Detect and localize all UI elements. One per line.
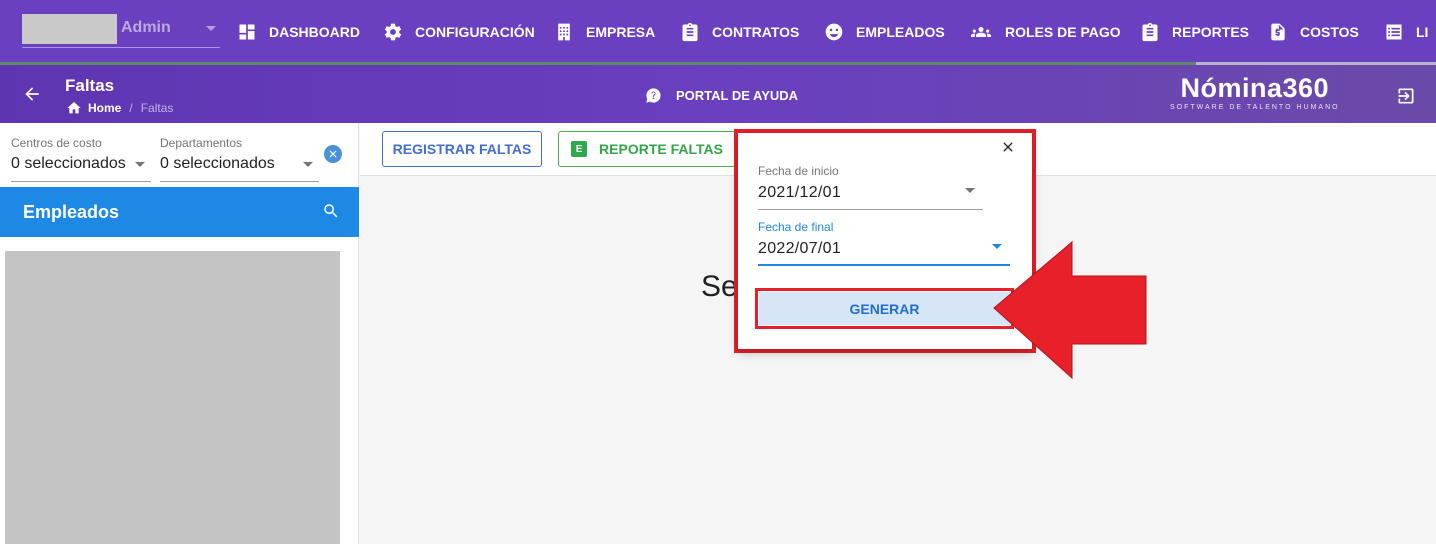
brand-logo: Nómina360 SOFTWARE DE TALENTO HUMANO <box>1170 73 1340 112</box>
nav-costos[interactable]: COSTOS <box>1268 19 1359 45</box>
nav-empresa[interactable]: EMPRESA <box>554 19 655 45</box>
help-bubble-icon <box>646 88 661 103</box>
list-icon <box>1386 24 1402 40</box>
nav-configuracion[interactable]: CONFIGURACIÓN <box>383 19 535 45</box>
chevron-down-icon <box>135 162 145 167</box>
clipboard-list-icon <box>1142 22 1158 42</box>
search-icon <box>324 204 338 218</box>
employees-header: Empleados <box>0 187 359 237</box>
cost-center-value: 0 seleccionados <box>11 155 126 172</box>
chevron-down-icon <box>206 26 216 31</box>
employees-title: Empleados <box>23 202 120 222</box>
nav-li-label: LI <box>1416 24 1429 40</box>
department-label: Departamentos <box>160 136 243 150</box>
nav-configuracion-label: CONFIGURACIÓN <box>415 24 535 40</box>
department-value: 0 seleccionados <box>160 155 275 172</box>
close-icon <box>1003 142 1013 152</box>
nav-dashboard[interactable]: DASHBOARD <box>237 19 360 45</box>
gear-icon <box>384 23 402 41</box>
chevron-down-icon <box>303 162 313 167</box>
nav-li[interactable]: LI <box>1384 19 1428 45</box>
end-date-label: Fecha de final <box>758 220 834 234</box>
register-absences-label: REGISTRAR FALTAS <box>392 141 532 157</box>
redacted-user-name <box>22 14 117 44</box>
top-navigation-bar: Admin DASHBOARD CONFIGURACIÓN EMPRESA CO… <box>0 0 1436 64</box>
nav-reportes-label: REPORTES <box>1172 24 1250 40</box>
dashboard-icon <box>239 24 255 40</box>
close-circle-icon <box>329 150 337 158</box>
generate-button[interactable]: GENERAR <box>759 292 1010 325</box>
logout-button[interactable] <box>1396 86 1416 111</box>
clear-filters-button[interactable] <box>324 145 342 163</box>
nav-contratos[interactable]: CONTRATOS <box>680 19 799 45</box>
start-date-value: 2021/12/01 <box>758 184 842 201</box>
breadcrumb-current: Faltas <box>140 101 174 115</box>
nav-roles-de-pago[interactable]: ROLES DE PAGO <box>969 19 1121 45</box>
nav-dashboard-label: DASHBOARD <box>269 24 360 40</box>
clipboard-icon <box>682 22 698 42</box>
end-date-field[interactable]: Fecha de final 2022/07/01 <box>758 220 1010 266</box>
user-role-label: Admin <box>121 19 171 36</box>
end-date-value: 2022/07/01 <box>758 240 842 257</box>
employee-list-redacted <box>5 251 340 544</box>
dialog-close-button[interactable] <box>1000 139 1016 155</box>
cost-center-label: Centros de costo <box>11 136 102 150</box>
annotation-arrow-icon <box>993 240 1147 380</box>
user-role-select[interactable]: Admin <box>22 14 220 48</box>
register-absences-button[interactable]: REGISTRAR FALTAS <box>382 131 542 167</box>
brand-tagline: SOFTWARE DE TALENTO HUMANO <box>1170 104 1340 111</box>
nav-empleados[interactable]: EMPLEADOS <box>824 19 945 45</box>
nav-empleados-label: EMPLEADOS <box>856 24 945 40</box>
nav-reportes[interactable]: REPORTES <box>1140 19 1249 45</box>
department-select[interactable]: Departamentos 0 seleccionados <box>160 136 319 182</box>
page-title: Faltas <box>65 76 115 95</box>
arrow-left-icon <box>25 87 39 101</box>
logout-icon <box>1398 88 1414 104</box>
employee-search-button[interactable] <box>322 202 340 225</box>
absences-report-label: REPORTE FALTAS <box>599 141 723 157</box>
excel-icon: E <box>571 141 588 157</box>
breadcrumb-separator: / <box>129 101 133 115</box>
nav-empresa-label: EMPRESA <box>586 24 656 40</box>
building-icon <box>558 23 570 41</box>
left-panel: Centros de costo 0 seleccionados Departa… <box>0 123 359 544</box>
absences-report-button[interactable]: E REPORTE FALTAS <box>558 131 736 167</box>
invoice-icon <box>1271 23 1285 41</box>
page-header: Faltas Home / Faltas PORTAL DE AYUDA Nóm… <box>0 65 1436 123</box>
home-icon <box>66 100 82 116</box>
nav-contratos-label: CONTRATOS <box>712 24 800 40</box>
chevron-down-icon <box>965 188 975 193</box>
breadcrumb-home-link[interactable]: Home <box>88 101 121 115</box>
breadcrumb: Home / Faltas <box>66 100 173 116</box>
start-date-field[interactable]: Fecha de inicio 2021/12/01 <box>758 164 983 210</box>
brand-name: Nómina360 <box>1180 73 1330 103</box>
back-button[interactable] <box>22 84 42 104</box>
cost-center-select[interactable]: Centros de costo 0 seleccionados <box>11 136 151 182</box>
nav-costos-label: COSTOS <box>1300 24 1359 40</box>
help-portal-label: PORTAL DE AYUDA <box>676 88 799 103</box>
people-icon <box>971 27 991 37</box>
nav-roles-de-pago-label: ROLES DE PAGO <box>1005 24 1121 40</box>
start-date-label: Fecha de inicio <box>758 164 839 178</box>
face-icon <box>825 23 843 41</box>
generate-label: GENERAR <box>849 300 920 317</box>
help-portal-link[interactable]: PORTAL DE AYUDA <box>645 87 798 104</box>
